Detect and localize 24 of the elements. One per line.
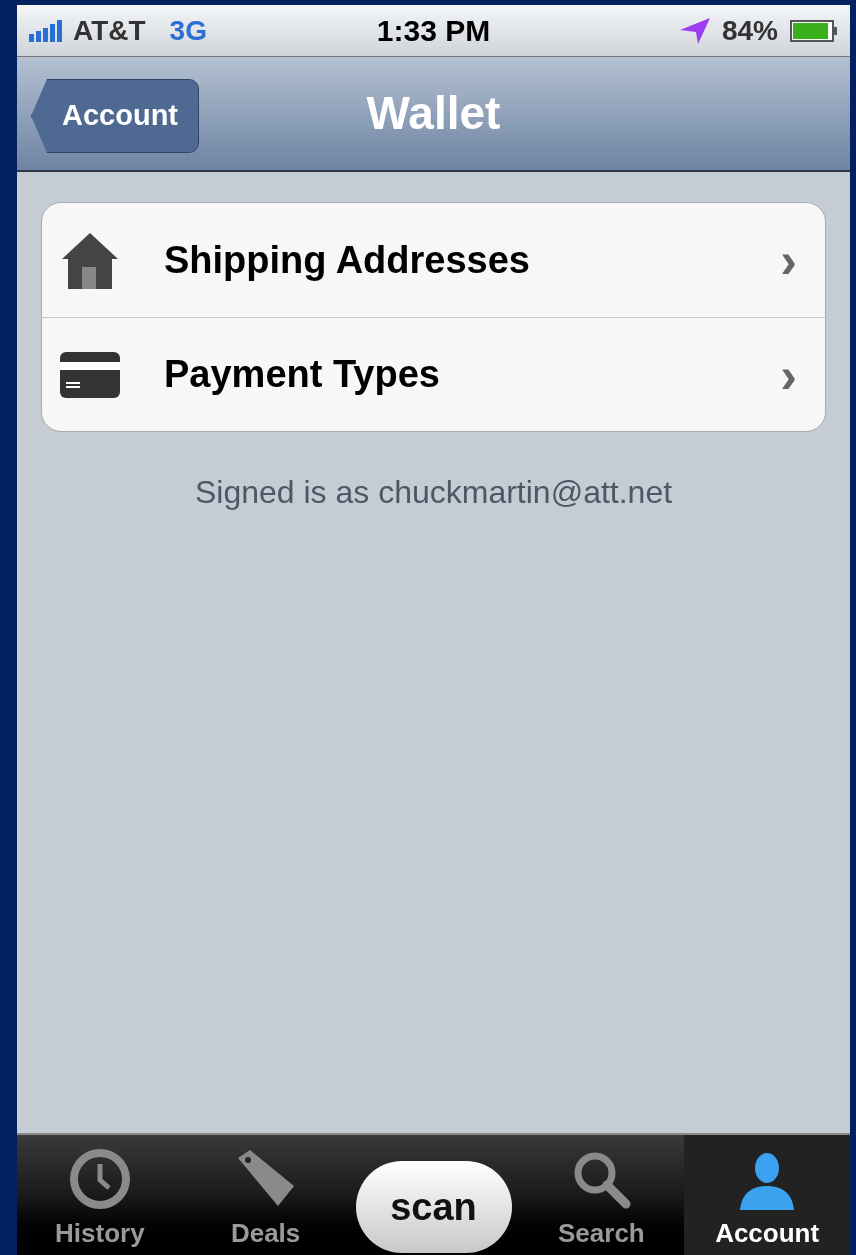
tab-item[interactable]: Search: [518, 1135, 685, 1255]
house-icon: [60, 231, 120, 289]
signed-in-text: Signed is as chuckmartin@att.net: [193, 473, 674, 512]
time-text: 1:33 PM: [376, 13, 491, 49]
back-button[interactable]: Account: [31, 79, 199, 153]
tab-item[interactable]: Account: [684, 1135, 850, 1255]
network-text: 3G: [169, 13, 207, 48]
menu-item[interactable]: Shipping Addresses ›: [42, 203, 825, 317]
menu-item[interactable]: Payment Types ›: [42, 317, 825, 431]
chevron-text: ›: [780, 349, 797, 400]
nav-title: Wallet: [366, 86, 501, 141]
signal-icon: [29, 19, 65, 42]
carrier-text: AT&T: [73, 13, 146, 48]
battery-icon: [790, 19, 838, 42]
credit-card-icon: [60, 351, 120, 398]
tab-item[interactable]: History: [17, 1135, 183, 1255]
battery-text: 84%: [721, 13, 778, 48]
scan-button[interactable]: scan: [355, 1161, 512, 1253]
menu-item-label: Shipping Addresses: [164, 237, 531, 283]
location-arrow-icon: [679, 17, 710, 44]
tab-item[interactable]: Deals: [182, 1135, 349, 1255]
clock-icon: [68, 1148, 131, 1210]
chevron-text: ›: [780, 235, 797, 285]
menu-item-label: Payment Types: [164, 352, 441, 397]
